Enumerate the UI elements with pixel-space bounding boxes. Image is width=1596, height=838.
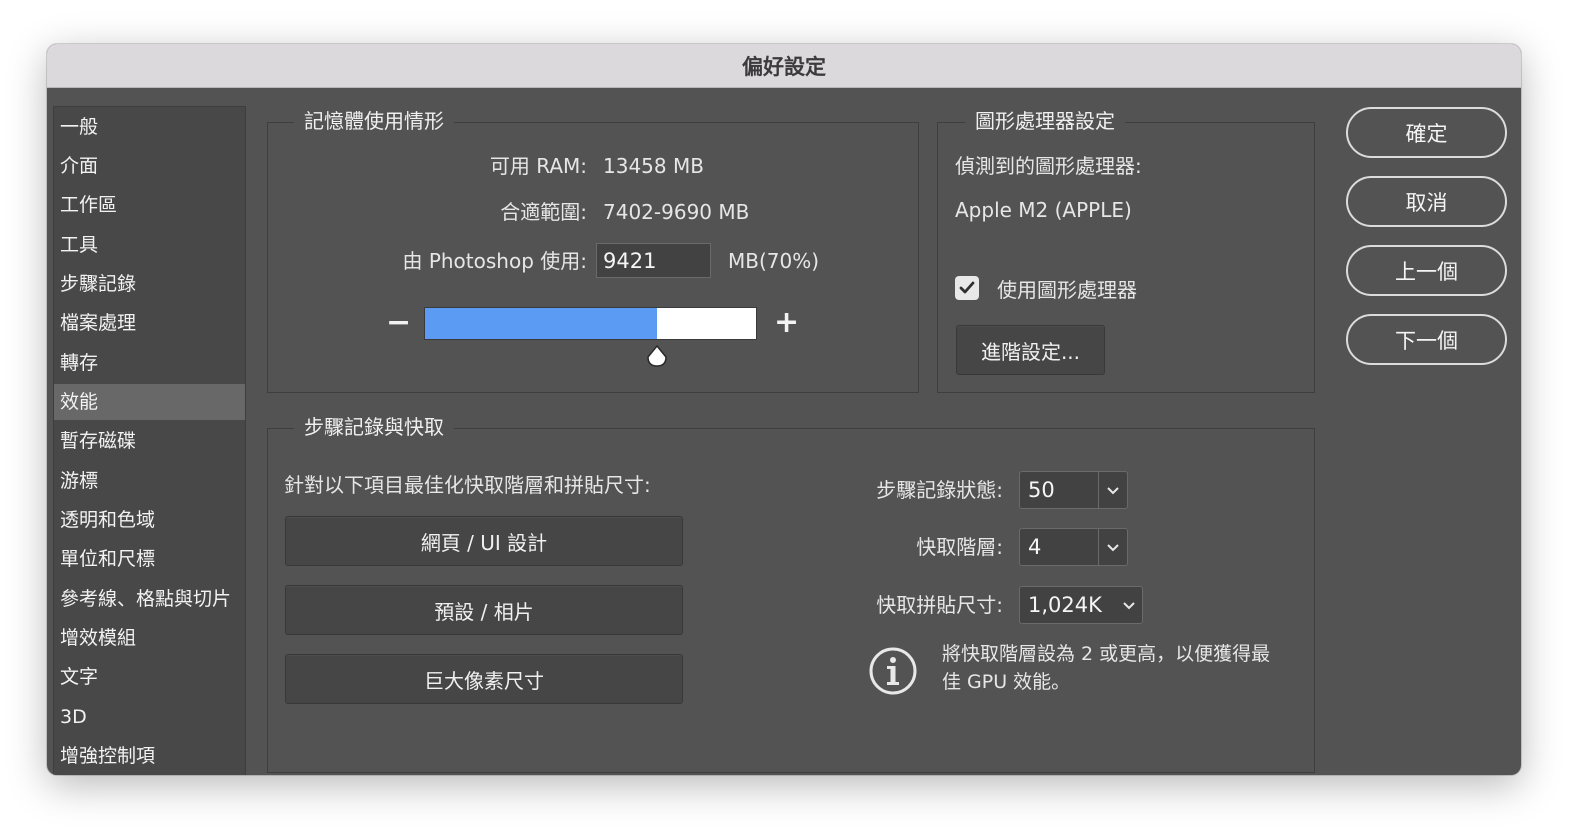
sidebar-item-cursors[interactable]: 游標: [54, 463, 245, 499]
chevron-down-icon: [1107, 544, 1119, 552]
previous-button[interactable]: 上一個: [1346, 245, 1507, 296]
sidebar-item-performance[interactable]: 效能: [54, 384, 245, 420]
increase-memory-button[interactable]: +: [774, 308, 799, 338]
preferences-window: 偏好設定 一般 介面 工作區 工具 步驟記錄 檔案處理 轉存 效能 暫存磁碟 游…: [47, 44, 1521, 775]
chevron-down-icon: [1107, 487, 1119, 495]
cancel-button[interactable]: 取消: [1346, 176, 1507, 227]
sidebar-item-plugins[interactable]: 增效模組: [54, 620, 245, 656]
ok-button[interactable]: 確定: [1346, 107, 1507, 158]
sidebar-item-history[interactable]: 步驟記錄: [54, 266, 245, 302]
sidebar-item-scratch-disks[interactable]: 暫存磁碟: [54, 423, 245, 459]
advanced-settings-button[interactable]: 進階設定...: [956, 325, 1105, 375]
memory-slider-track[interactable]: [424, 307, 757, 340]
sidebar-item-enhanced-controls[interactable]: 增強控制項: [54, 738, 245, 774]
sidebar-item-file-handling[interactable]: 檔案處理: [54, 305, 245, 341]
sidebar-item-guides-grid-slices[interactable]: 參考線、格點與切片: [54, 581, 245, 617]
cache-levels-label: 快取階層:: [916, 535, 1003, 559]
history-states-value: 50: [1028, 478, 1055, 502]
memory-slider-fill: [425, 308, 657, 339]
photoshop-usage-label: 由 Photoshop 使用:: [402, 249, 587, 273]
decrease-memory-button[interactable]: −: [386, 308, 411, 338]
preferences-sidebar: 一般 介面 工作區 工具 步驟記錄 檔案處理 轉存 效能 暫存磁碟 游標 透明和…: [53, 106, 246, 775]
history-states-select[interactable]: 50: [1019, 471, 1128, 509]
chevron-down-icon: [1123, 602, 1135, 610]
sidebar-item-interface[interactable]: 介面: [54, 148, 245, 184]
cache-levels-select[interactable]: 4: [1019, 528, 1128, 566]
sidebar-item-transparency-gamut[interactable]: 透明和色域: [54, 502, 245, 538]
gpu-settings-title: 圖形處理器設定: [965, 108, 1125, 134]
history-cache-title: 步驟記錄與快取: [294, 414, 454, 440]
sidebar-item-type[interactable]: 文字: [54, 659, 245, 695]
sidebar-item-export[interactable]: 轉存: [54, 345, 245, 381]
detected-gpu-label: 偵測到的圖形處理器:: [955, 154, 1142, 178]
memory-slider-thumb[interactable]: [645, 344, 669, 368]
sidebar-item-workspace[interactable]: 工作區: [54, 187, 245, 223]
info-icon: [869, 647, 917, 695]
gpu-info-text-line1: 將快取階層設為 2 或更高，以便獲得最: [942, 643, 1271, 665]
use-gpu-label[interactable]: 使用圖形處理器: [997, 277, 1137, 303]
cache-tile-size-value: 1,024K: [1028, 593, 1102, 617]
cache-levels-value: 4: [1028, 535, 1042, 559]
web-ui-design-button[interactable]: 網頁 / UI 設計: [285, 516, 683, 566]
ideal-range-label: 合適範圍:: [500, 200, 587, 224]
memory-usage-title: 記憶體使用情形: [294, 108, 454, 134]
sidebar-item-tools[interactable]: 工具: [54, 227, 245, 263]
optimize-cache-label: 針對以下項目最佳化快取階層和拼貼尺寸:: [284, 473, 651, 497]
detected-gpu-value: Apple M2 (APPLE): [955, 198, 1132, 222]
next-button[interactable]: 下一個: [1346, 314, 1507, 365]
sidebar-item-units-rulers[interactable]: 單位和尺標: [54, 541, 245, 577]
photoshop-usage-input[interactable]: [596, 243, 711, 278]
cache-tile-size-label: 快取拼貼尺寸:: [876, 593, 1003, 617]
photoshop-usage-suffix: MB(70%): [728, 249, 820, 273]
sidebar-item-3d[interactable]: 3D: [54, 699, 245, 735]
available-ram-label: 可用 RAM:: [489, 154, 587, 178]
sidebar-item-general[interactable]: 一般: [54, 109, 245, 145]
available-ram-value: 13458 MB: [603, 154, 704, 178]
cache-tile-size-select[interactable]: 1,024K: [1019, 586, 1143, 624]
default-photos-button[interactable]: 預設 / 相片: [285, 585, 683, 635]
window-title: 偏好設定: [47, 44, 1521, 88]
history-states-label: 步驟記錄狀態:: [876, 478, 1003, 502]
huge-pixel-dimensions-button[interactable]: 巨大像素尺寸: [285, 654, 683, 704]
use-gpu-checkbox[interactable]: [955, 276, 979, 300]
gpu-info-text-line2: 佳 GPU 效能。: [942, 671, 1071, 693]
checkmark-icon: [959, 281, 975, 294]
ideal-range-value: 7402-9690 MB: [603, 200, 750, 224]
